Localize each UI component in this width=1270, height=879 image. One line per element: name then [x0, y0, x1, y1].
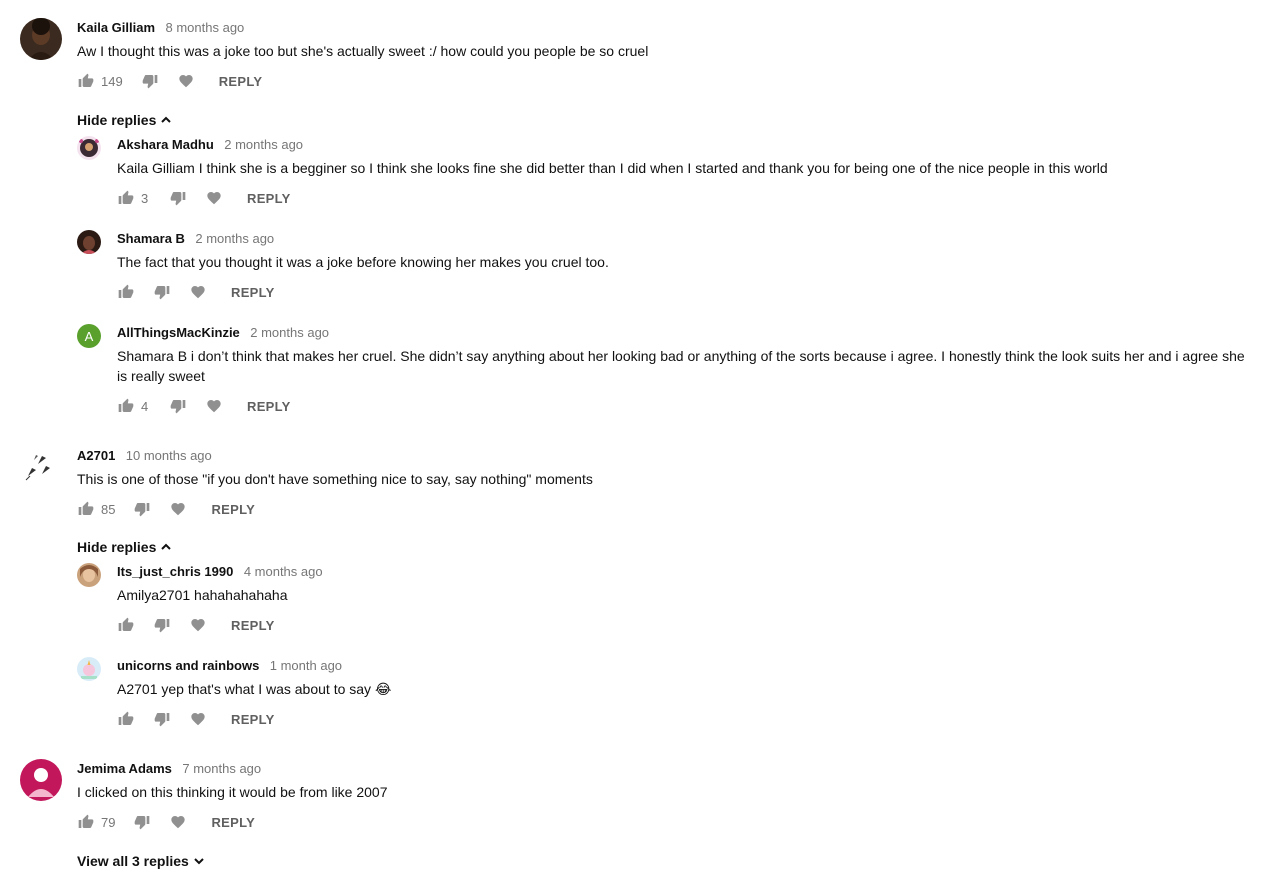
- reply-author[interactable]: AllThingsMacKinzie: [117, 325, 240, 340]
- thumbs-down-icon[interactable]: [153, 283, 171, 301]
- reply-button[interactable]: REPLY: [231, 712, 275, 727]
- reply-button[interactable]: REPLY: [231, 285, 275, 300]
- like-count: 3: [141, 190, 149, 206]
- avatar[interactable]: [77, 657, 101, 681]
- heart-icon[interactable]: [189, 710, 207, 728]
- toggle-label: View all 3 replies: [77, 853, 189, 869]
- comment-author[interactable]: Kaila Gilliam: [77, 20, 155, 35]
- thumbs-down-icon[interactable]: [153, 616, 171, 634]
- reply-actions: REPLY: [117, 613, 1257, 637]
- heart-icon[interactable]: [169, 500, 187, 518]
- heart-icon[interactable]: [205, 397, 223, 415]
- thumbs-up-icon[interactable]: [117, 710, 135, 728]
- reply-author[interactable]: Akshara Madhu: [117, 137, 214, 152]
- reply-timestamp[interactable]: 2 months ago: [195, 231, 274, 246]
- comment-timestamp[interactable]: 10 months ago: [126, 448, 212, 463]
- comment-section: Kaila Gilliam 8 months ago Aw I thought …: [0, 0, 1270, 879]
- chevron-up-icon: [161, 116, 172, 123]
- chevron-down-icon: [194, 858, 204, 865]
- avatar[interactable]: [77, 136, 101, 160]
- reply-actions: 3 REPLY: [117, 186, 1257, 210]
- avatar[interactable]: [20, 446, 62, 488]
- thumbs-up-icon[interactable]: [117, 189, 135, 207]
- thumbs-up-icon[interactable]: [117, 397, 135, 415]
- comment-author[interactable]: A2701: [77, 448, 115, 463]
- comment-actions: 149 REPLY: [77, 69, 1237, 93]
- reply-timestamp[interactable]: 4 months ago: [244, 564, 323, 579]
- reply-button[interactable]: REPLY: [247, 191, 291, 206]
- reply-button[interactable]: REPLY: [211, 502, 255, 517]
- thumbs-up-icon[interactable]: [117, 283, 135, 301]
- avatar-letter: A: [84, 328, 94, 344]
- heart-icon[interactable]: [169, 813, 187, 831]
- comment-text: Aw I thought this was a joke too but she…: [77, 43, 649, 59]
- thumbs-down-icon[interactable]: [141, 72, 159, 90]
- reply-timestamp[interactable]: 2 months ago: [250, 325, 329, 340]
- like-count: 79: [101, 814, 116, 830]
- comment-timestamp[interactable]: 7 months ago: [182, 761, 261, 776]
- thumbs-down-icon[interactable]: [133, 813, 151, 831]
- thumbs-down-icon[interactable]: [169, 397, 187, 415]
- comment-actions: 85 REPLY: [77, 497, 1237, 521]
- thumbs-up-icon[interactable]: [77, 813, 95, 831]
- reply-button[interactable]: REPLY: [211, 815, 255, 830]
- toggle-label: Hide replies: [77, 539, 157, 555]
- like-count: 85: [101, 501, 116, 517]
- comment-actions: 79 REPLY: [77, 810, 1237, 834]
- reply-text: Kaila Gilliam I think she is a begginer …: [117, 160, 1108, 176]
- reply-button[interactable]: REPLY: [219, 74, 263, 89]
- avatar[interactable]: [77, 230, 101, 254]
- avatar[interactable]: A: [77, 324, 101, 348]
- reply-button[interactable]: REPLY: [247, 399, 291, 414]
- thumbs-down-icon[interactable]: [153, 710, 171, 728]
- comment-timestamp[interactable]: 8 months ago: [166, 20, 245, 35]
- heart-icon[interactable]: [189, 616, 207, 634]
- avatar[interactable]: [20, 759, 62, 801]
- heart-icon[interactable]: [205, 189, 223, 207]
- reply-actions: REPLY: [117, 707, 1257, 731]
- thumbs-down-icon[interactable]: [169, 189, 187, 207]
- avatar[interactable]: [20, 18, 62, 60]
- comment-text: I clicked on this thinking it would be f…: [77, 784, 388, 800]
- thumbs-up-icon[interactable]: [117, 616, 135, 634]
- reply-author[interactable]: unicorns and rainbows: [117, 658, 259, 673]
- reply-actions: 4 REPLY: [117, 394, 1257, 418]
- reply-author[interactable]: Its_just_chris 1990: [117, 564, 233, 579]
- thumbs-down-icon[interactable]: [133, 500, 151, 518]
- heart-icon[interactable]: [177, 72, 195, 90]
- like-count: 4: [141, 398, 149, 414]
- reply-text: Amilya2701 hahahahahaha: [117, 587, 288, 603]
- like-count: 149: [101, 73, 123, 89]
- reply-timestamp[interactable]: 1 month ago: [270, 658, 342, 673]
- reply-author[interactable]: Shamara B: [117, 231, 185, 246]
- thumbs-up-icon[interactable]: [77, 72, 95, 90]
- comment-text: This is one of those "if you don't have …: [77, 471, 593, 487]
- chevron-up-icon: [161, 543, 172, 550]
- reply-button[interactable]: REPLY: [231, 618, 275, 633]
- reply-text: Shamara B i don’t think that makes her c…: [117, 348, 1245, 384]
- hide-replies-toggle[interactable]: Hide replies: [77, 537, 172, 557]
- reply-text: The fact that you thought it was a joke …: [117, 254, 609, 270]
- thumbs-up-icon[interactable]: [77, 500, 95, 518]
- heart-icon[interactable]: [189, 283, 207, 301]
- hide-replies-toggle[interactable]: Hide replies: [77, 110, 172, 130]
- comment-author[interactable]: Jemima Adams: [77, 761, 172, 776]
- toggle-label: Hide replies: [77, 112, 157, 128]
- reply-timestamp[interactable]: 2 months ago: [224, 137, 303, 152]
- reply-actions: REPLY: [117, 280, 1257, 304]
- avatar[interactable]: [77, 563, 101, 587]
- view-replies-toggle[interactable]: View all 3 replies: [77, 851, 205, 871]
- reply-text: A2701 yep that's what I was about to say…: [117, 681, 392, 697]
